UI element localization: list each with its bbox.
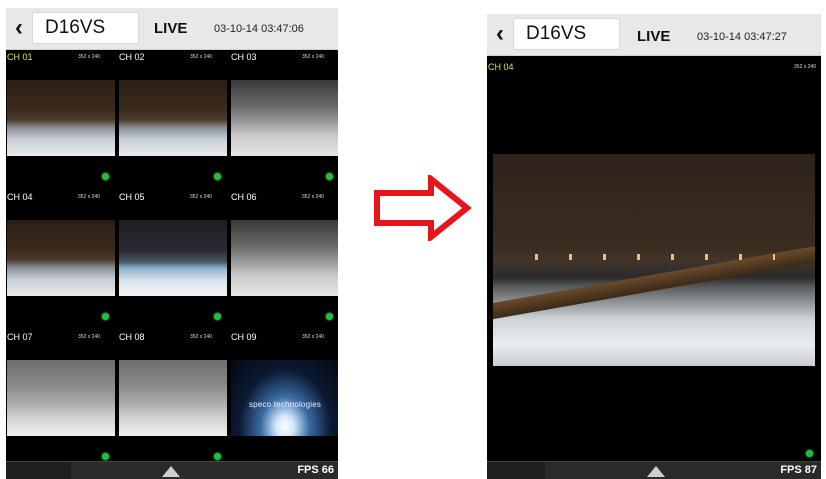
live-label: LIVE: [154, 20, 188, 37]
camera-feed-tile[interactable]: [7, 80, 115, 156]
channel-label: CH 06: [231, 192, 257, 202]
channel-label: CH 04: [7, 192, 33, 202]
status-dot: [102, 313, 109, 320]
bottom-bar: FPS 87: [487, 461, 821, 479]
resolution-label: 352 x 240: [302, 334, 324, 340]
status-dot: [326, 313, 333, 320]
resolution-label: 352 x 240: [190, 194, 212, 200]
camera-feed-tile[interactable]: [231, 220, 338, 296]
arrow-right-icon: [374, 175, 472, 241]
channel-label: CH 05: [119, 192, 145, 202]
channel-label: CH 07: [7, 332, 33, 342]
multi-view-screen: ‹ D16VS LIVE 03-10-14 03:47:06 CH 01 352 …: [6, 8, 338, 479]
bottom-bar: FPS 66: [6, 461, 338, 479]
resolution-label: 352 x 240: [78, 334, 100, 340]
camera-feed-tile[interactable]: [231, 80, 338, 156]
fps-counter: FPS 66: [297, 464, 334, 476]
device-name[interactable]: D16VS: [32, 12, 139, 44]
channel-label: CH 01: [7, 52, 33, 62]
resolution-label: 352 x 240: [78, 54, 100, 60]
channel-label: CH 08: [119, 332, 145, 342]
camera-feed-tile[interactable]: [7, 360, 115, 436]
resolution-label: 352 x 240: [302, 194, 324, 200]
camera-feed-ch04[interactable]: [493, 154, 815, 366]
channel-label: CH 02: [119, 52, 145, 62]
camera-feed-tile[interactable]: [7, 220, 115, 296]
camera-feed-tile[interactable]: [119, 220, 227, 296]
datetime: 03-10-14 03:47:27: [697, 31, 787, 43]
logo-text: speco technologies: [248, 400, 322, 409]
status-dot: [214, 173, 221, 180]
channel-label: CH 09: [231, 332, 257, 342]
live-label: LIVE: [637, 28, 671, 45]
status-dot: [214, 453, 221, 460]
resolution-label: 352 x 240: [302, 54, 324, 60]
resolution-label: 352 x 240: [78, 194, 100, 200]
bottom-bar-left: [487, 462, 545, 479]
status-dot: [806, 450, 813, 457]
fps-counter: FPS 87: [780, 464, 817, 476]
channel-label: CH 03: [231, 52, 257, 62]
resolution-label: 352 x 240: [190, 334, 212, 340]
back-chevron-icon[interactable]: ‹: [8, 13, 30, 43]
up-arrow-icon[interactable]: [162, 466, 180, 477]
resolution-label: 352 x 240: [794, 64, 816, 70]
single-view-screen: ‹ D16VS LIVE 03-10-14 03:47:27 CH 04 352…: [487, 14, 821, 479]
street-lights: [517, 254, 775, 260]
datetime: 03-10-14 03:47:06: [214, 23, 304, 35]
resolution-label: 352 x 240: [190, 54, 212, 60]
status-dot: [214, 313, 221, 320]
top-bar: ‹ D16VS LIVE 03-10-14 03:47:27: [487, 14, 821, 56]
bottom-bar-left: [6, 462, 71, 479]
camera-feed-tile[interactable]: [119, 360, 227, 436]
status-dot: [102, 453, 109, 460]
railing: [493, 239, 815, 321]
top-bar: ‹ D16VS LIVE 03-10-14 03:47:06: [6, 8, 338, 50]
device-name[interactable]: D16VS: [513, 18, 620, 50]
camera-feed-tile[interactable]: speco technologies: [231, 360, 338, 436]
channel-label: CH 04: [488, 62, 514, 72]
up-arrow-icon[interactable]: [647, 466, 665, 477]
camera-feed-tile[interactable]: [119, 80, 227, 156]
status-dot: [326, 173, 333, 180]
status-dot: [102, 173, 109, 180]
back-chevron-icon[interactable]: ‹: [489, 19, 511, 49]
